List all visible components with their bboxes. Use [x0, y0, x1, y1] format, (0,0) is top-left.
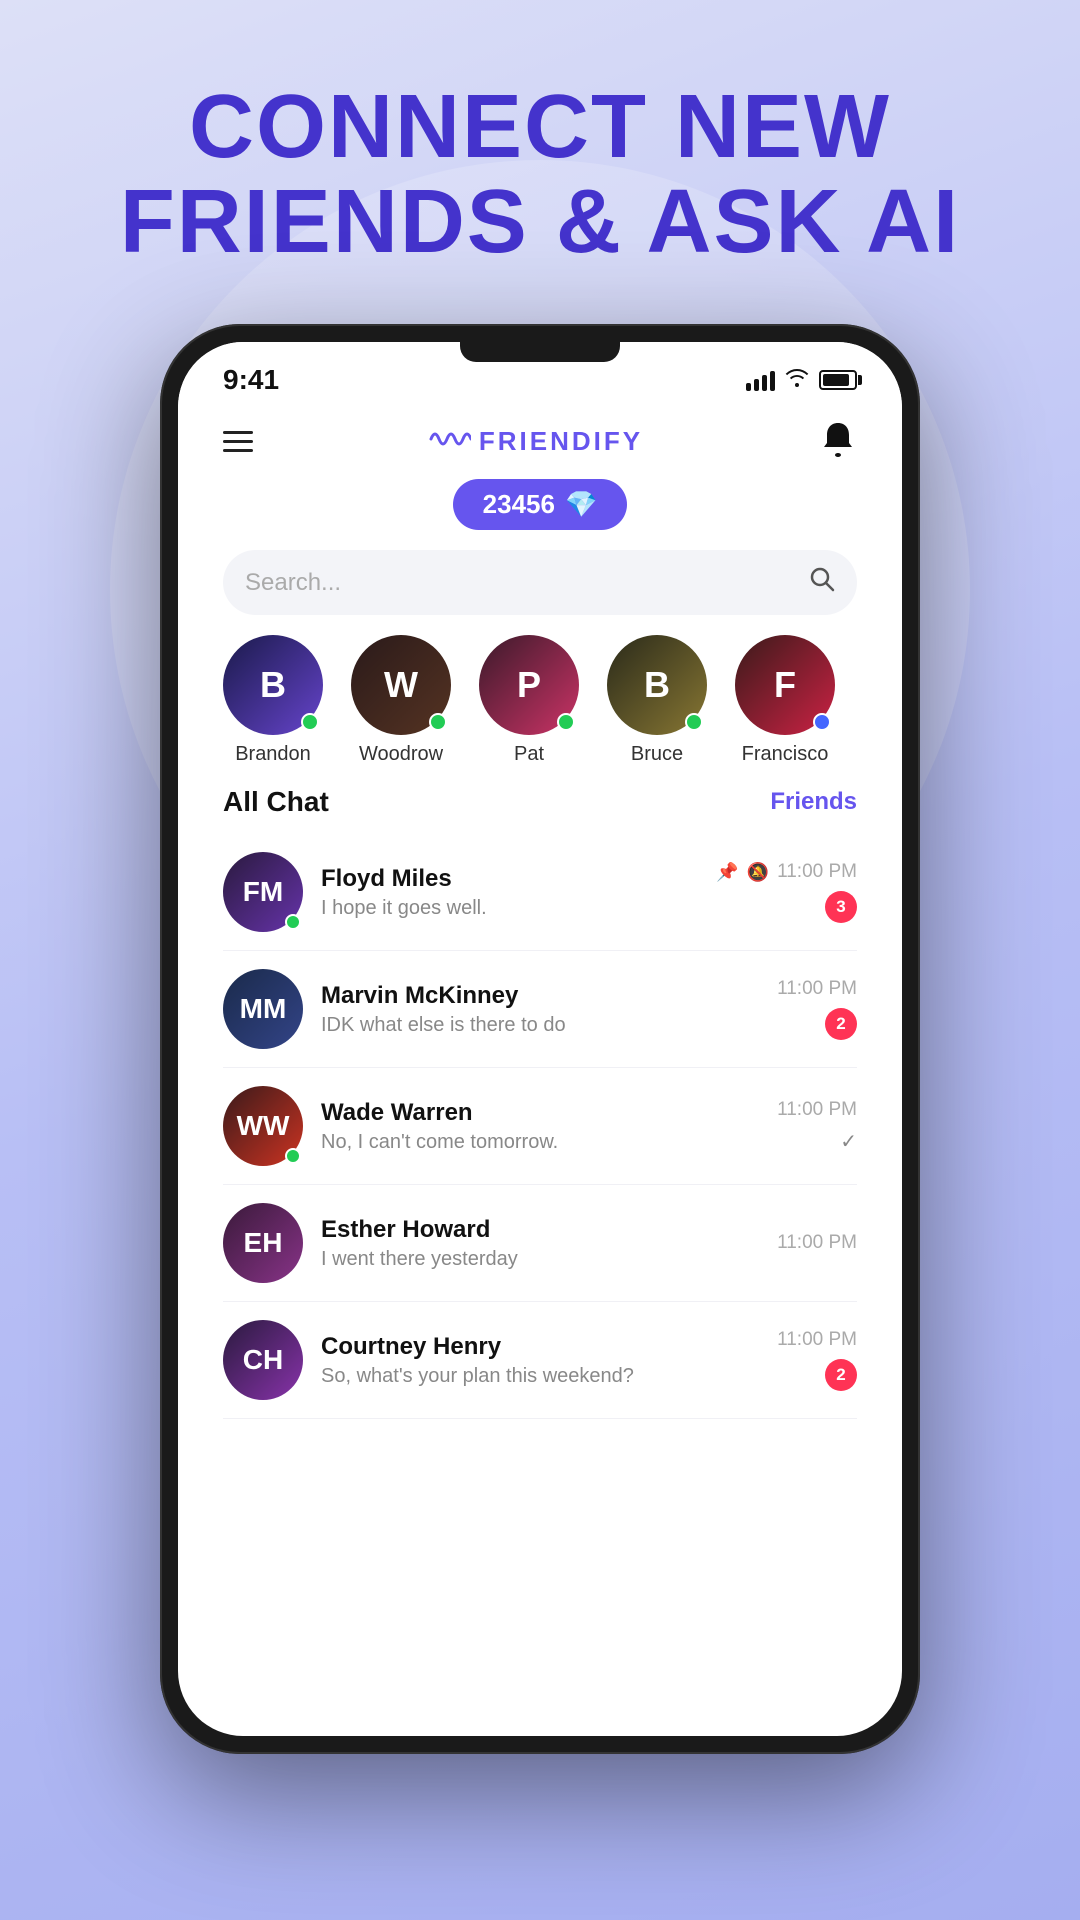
- search-icon: [809, 566, 835, 599]
- phone-notch: [460, 342, 620, 362]
- bell-button[interactable]: [819, 419, 857, 464]
- chat-time: 11:00 PM: [777, 861, 857, 883]
- points-badge[interactable]: 23456 💎: [453, 479, 628, 530]
- hero-title: CONNECT NEW FRIENDS & ASK AI: [120, 80, 960, 269]
- stories-row: B Brandon W Woodrow P: [178, 635, 902, 786]
- avatar: EH: [223, 1203, 303, 1283]
- chat-avatar-wrap: EH: [223, 1203, 303, 1283]
- story-item[interactable]: B Bruce: [607, 635, 707, 766]
- story-name: Bruce: [631, 743, 683, 766]
- chat-time-meta: 📌 🔕 11:00 PM: [716, 861, 857, 883]
- pin-icon: 📌: [716, 862, 738, 883]
- app-logo: FRIENDIFY: [429, 425, 643, 458]
- menu-button[interactable]: [223, 431, 253, 452]
- chat-header: All Chat Friends: [223, 786, 857, 818]
- chat-meta: 11:00 PM 2: [777, 1329, 857, 1391]
- chat-name: Courtney Henry: [321, 1333, 759, 1361]
- logo-wave-icon: [429, 425, 471, 458]
- story-item[interactable]: B Brandon: [223, 635, 323, 766]
- wifi-icon: [785, 367, 809, 393]
- points-value: 23456: [483, 489, 555, 520]
- unread-badge: 2: [825, 1008, 857, 1040]
- friends-link[interactable]: Friends: [770, 788, 857, 816]
- chat-info: Wade Warren No, I can't come tomorrow.: [321, 1099, 759, 1154]
- chat-avatar-wrap: FM: [223, 852, 303, 932]
- chat-time: 11:00 PM: [777, 978, 857, 1000]
- chat-meta: 11:00 PM: [777, 1232, 857, 1254]
- unread-badge: 3: [825, 891, 857, 923]
- story-name: Francisco: [742, 743, 829, 766]
- chat-section: All Chat Friends FM Floyd Miles I hope i…: [178, 786, 902, 1736]
- unread-badge: 2: [825, 1359, 857, 1391]
- chat-name: Marvin McKinney: [321, 982, 759, 1010]
- avatar: CH: [223, 1320, 303, 1400]
- chat-avatar-wrap: MM: [223, 969, 303, 1049]
- chat-preview: So, what's your plan this weekend?: [321, 1365, 759, 1388]
- online-dot: [429, 713, 447, 731]
- chat-item-marvin[interactable]: MM Marvin McKinney IDK what else is ther…: [223, 951, 857, 1068]
- chat-name: Wade Warren: [321, 1099, 759, 1127]
- chat-name: Floyd Miles: [321, 865, 698, 893]
- chat-meta: 11:00 PM 2: [777, 978, 857, 1040]
- chat-item-esther[interactable]: EH Esther Howard I went there yesterday …: [223, 1185, 857, 1302]
- story-name: Brandon: [235, 743, 311, 766]
- chat-meta: 11:00 PM ✓: [777, 1099, 857, 1154]
- chat-info: Floyd Miles I hope it goes well.: [321, 865, 698, 920]
- story-item[interactable]: W Woodrow: [351, 635, 451, 766]
- status-time: 9:41: [223, 364, 279, 396]
- chat-name: Esther Howard: [321, 1216, 759, 1244]
- avatar: MM: [223, 969, 303, 1049]
- chat-item-courtney[interactable]: CH Courtney Henry So, what's your plan t…: [223, 1302, 857, 1419]
- mute-icon: 🔕: [747, 862, 769, 883]
- phone-mockup: 9:41: [160, 324, 920, 1754]
- app-header: FRIENDIFY: [178, 404, 902, 474]
- battery-icon: [819, 370, 857, 390]
- signal-icon: [746, 369, 775, 391]
- diamond-icon: 💎: [565, 489, 597, 520]
- story-name: Pat: [514, 743, 544, 766]
- logo-text: FRIENDIFY: [479, 426, 643, 457]
- chat-avatar-wrap: CH: [223, 1320, 303, 1400]
- chat-preview: I hope it goes well.: [321, 897, 698, 920]
- story-item[interactable]: F Francisco: [735, 635, 835, 766]
- online-dot: [301, 713, 319, 731]
- chat-preview: No, I can't come tomorrow.: [321, 1131, 759, 1154]
- chat-title: All Chat: [223, 786, 329, 818]
- chat-time: 11:00 PM: [777, 1232, 857, 1254]
- chat-info: Marvin McKinney IDK what else is there t…: [321, 982, 759, 1037]
- chat-info: Esther Howard I went there yesterday: [321, 1216, 759, 1271]
- online-dot: [685, 713, 703, 731]
- chat-time: 11:00 PM: [777, 1099, 857, 1121]
- chat-preview: I went there yesterday: [321, 1248, 759, 1271]
- chat-item-floyd[interactable]: FM Floyd Miles I hope it goes well. 📌 🔕: [223, 834, 857, 951]
- chat-time: 11:00 PM: [777, 1329, 857, 1351]
- search-placeholder: Search...: [245, 569, 799, 597]
- chat-avatar-wrap: WW: [223, 1086, 303, 1166]
- chat-preview: IDK what else is there to do: [321, 1014, 759, 1037]
- read-tick-icon: ✓: [840, 1129, 857, 1154]
- status-icons: [746, 367, 857, 393]
- online-dot: [813, 713, 831, 731]
- chat-info: Courtney Henry So, what's your plan this…: [321, 1333, 759, 1388]
- story-name: Woodrow: [359, 743, 443, 766]
- chat-item-wade[interactable]: WW Wade Warren No, I can't come tomorrow…: [223, 1068, 857, 1185]
- search-bar[interactable]: Search...: [223, 550, 857, 615]
- phone-screen: 9:41: [178, 342, 902, 1736]
- chat-meta: 📌 🔕 11:00 PM 3: [716, 861, 857, 923]
- online-dot: [557, 713, 575, 731]
- online-indicator: [285, 1148, 301, 1164]
- online-indicator: [285, 914, 301, 930]
- story-item[interactable]: P Pat: [479, 635, 579, 766]
- chat-list: FM Floyd Miles I hope it goes well. 📌 🔕: [223, 834, 857, 1419]
